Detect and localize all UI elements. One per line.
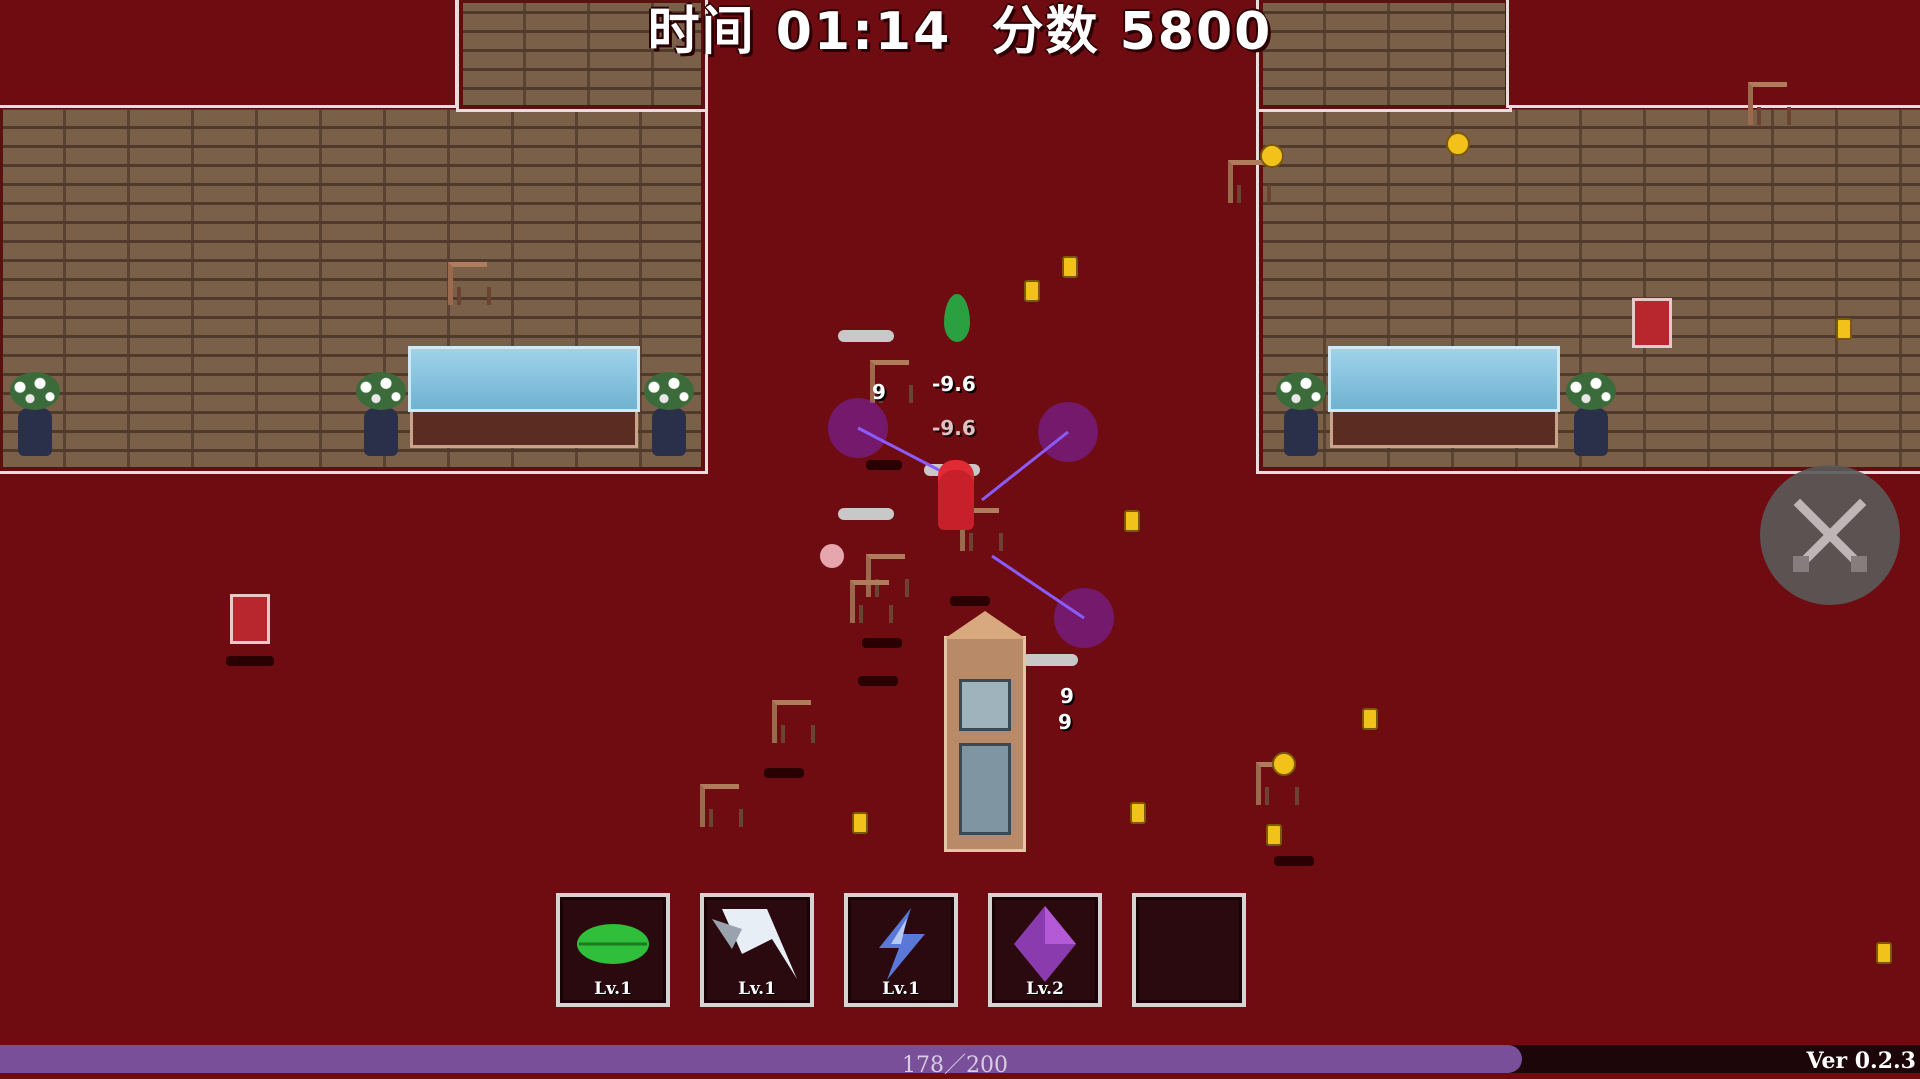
experience-text: 178／200 bbox=[902, 1053, 1008, 1078]
enemy-health-bar bbox=[838, 330, 894, 342]
right-counter-glass bbox=[1328, 346, 1560, 412]
left-counter-glass bbox=[408, 346, 640, 412]
vase bbox=[1276, 372, 1326, 456]
coin bbox=[852, 812, 868, 834]
chair-enemy bbox=[700, 784, 743, 827]
damage-number: 9 bbox=[1060, 684, 1074, 708]
chair-enemy bbox=[1748, 82, 1791, 125]
lightning-icon bbox=[879, 907, 925, 980]
coin bbox=[1124, 510, 1140, 532]
chair-enemy bbox=[1228, 160, 1271, 203]
shadow bbox=[862, 638, 902, 648]
damage-number: 9 bbox=[872, 380, 886, 404]
time-value: 01:14 bbox=[775, 2, 952, 62]
version-label: Ver 0.2.3 bbox=[1806, 1048, 1916, 1074]
vase bbox=[356, 372, 406, 456]
shadow bbox=[866, 460, 902, 470]
wind-slash-icon bbox=[712, 908, 797, 979]
red-book bbox=[1632, 298, 1672, 348]
coin bbox=[1130, 802, 1146, 824]
skill-slot-empty[interactable] bbox=[1132, 893, 1246, 1007]
enemy-health-bar bbox=[1022, 654, 1078, 666]
skill-slot-lightning[interactable]: Lv.1 bbox=[844, 893, 958, 1007]
damage-number: -9.6 bbox=[932, 372, 976, 396]
coin bbox=[1836, 318, 1852, 340]
vase bbox=[1566, 372, 1616, 456]
chair-enemy bbox=[772, 700, 815, 743]
clock-face bbox=[959, 679, 1011, 731]
enemy-health-bar bbox=[838, 508, 894, 520]
damage-number: 9 bbox=[1058, 710, 1072, 734]
crossed-swords-icon bbox=[1793, 498, 1867, 572]
coin bbox=[1876, 942, 1892, 964]
score-value: 5800 bbox=[1119, 2, 1273, 62]
time-score-display: 时间 01:14 分数 5800 bbox=[0, 0, 1920, 64]
shadow bbox=[764, 768, 804, 778]
coin bbox=[1260, 144, 1284, 168]
skill-level: Lv.1 bbox=[882, 979, 920, 999]
experience-bar: 178／200 bbox=[0, 1045, 1920, 1078]
left-counter-base bbox=[410, 406, 638, 448]
crystal-icon bbox=[1014, 905, 1076, 982]
skill-level: Lv.2 bbox=[1026, 979, 1064, 999]
skill-slot-crystal[interactable]: Lv.2 bbox=[988, 893, 1102, 1007]
coin bbox=[1266, 824, 1282, 846]
skill-slot-wind-slash[interactable]: Lv.1 bbox=[700, 893, 814, 1007]
skill-level: Lv.1 bbox=[594, 979, 632, 999]
player-character bbox=[938, 470, 974, 530]
red-book bbox=[230, 594, 270, 644]
time-label: 时间 bbox=[647, 2, 756, 62]
shadow bbox=[858, 676, 898, 686]
score-label: 分数 bbox=[991, 2, 1100, 62]
coin bbox=[1272, 752, 1296, 776]
coin bbox=[1446, 132, 1470, 156]
vase bbox=[10, 372, 60, 456]
shadow bbox=[950, 596, 990, 606]
right-counter-base bbox=[1330, 406, 1558, 448]
skill-bar: Lv.1 Lv.1 Lv.1 Lv.2 bbox=[556, 893, 1246, 1007]
vase bbox=[644, 372, 694, 456]
coin bbox=[1024, 280, 1040, 302]
chair-enemy bbox=[850, 580, 893, 623]
coin bbox=[1062, 256, 1078, 278]
shadow bbox=[226, 656, 274, 666]
clock-pendulum-window bbox=[959, 743, 1011, 835]
skill-slot-leaf[interactable]: Lv.1 bbox=[556, 893, 670, 1007]
chair-enemy bbox=[448, 262, 491, 305]
shadow bbox=[1274, 856, 1314, 866]
grandfather-clock bbox=[944, 611, 1026, 852]
leaf-icon bbox=[577, 923, 649, 964]
damage-number: -9.6 bbox=[932, 416, 976, 440]
coin bbox=[1362, 708, 1378, 730]
attack-button[interactable] bbox=[1760, 465, 1900, 605]
skill-level: Lv.1 bbox=[738, 979, 776, 999]
